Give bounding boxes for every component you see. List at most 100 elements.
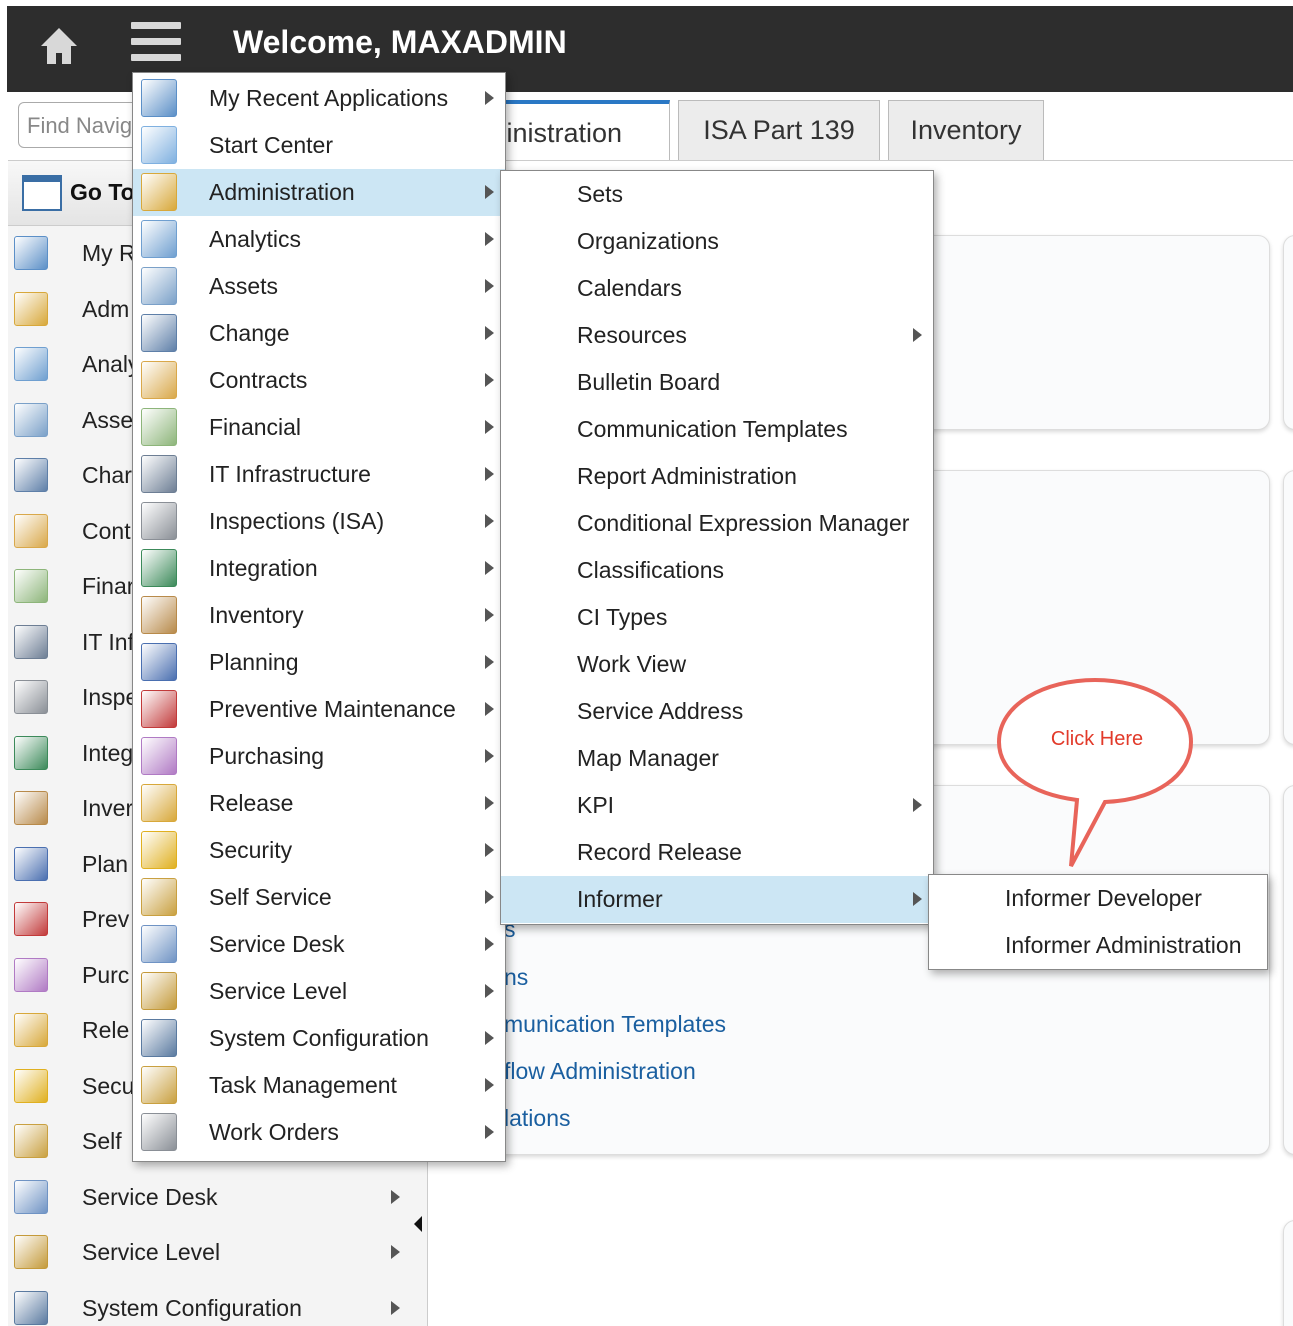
it-infrastructure-icon [141,455,177,493]
integration-icon [141,549,177,587]
admin-menu-item[interactable]: Work View [501,641,933,688]
left-nav-item-label: System Configuration [82,1294,302,1321]
left-nav-item[interactable]: Service Desk [8,1170,428,1226]
main-menu-item[interactable]: Financial [133,404,505,451]
integration-icon [14,735,48,770]
card-link[interactable]: flow Administration [504,1058,696,1085]
main-menu-item[interactable]: Assets [133,263,505,310]
left-nav-item[interactable]: System Configuration [8,1281,428,1326]
admin-menu-item[interactable]: Informer [501,876,933,923]
submenu-arrow-icon [913,328,922,342]
left-nav-item-label: Asse [82,406,134,433]
left-nav-item-label: Finar [82,573,135,599]
admin-menu-item[interactable]: Sets [501,171,933,218]
tab-bar: lministration ISA Part 139 Inventory [430,100,1293,162]
submenu-arrow-icon [485,420,494,434]
purchasing-icon [14,957,48,992]
card-link[interactable]: lations [504,1105,570,1132]
main-menu-item[interactable]: Start Center [133,122,505,169]
tab-inventory[interactable]: Inventory [888,100,1044,160]
main-menu-item[interactable]: Self Service [133,874,505,921]
tab-isa-part-139[interactable]: ISA Part 139 [678,100,880,160]
submenu-arrow-icon [485,608,494,622]
admin-menu-item[interactable]: Map Manager [501,735,933,782]
main-menu-item[interactable]: IT Infrastructure [133,451,505,498]
contracts-icon [141,361,177,399]
submenu-arrow-icon [485,185,494,199]
main-menu-item[interactable]: Integration [133,545,505,592]
admin-menu-item[interactable]: Communication Templates [501,406,933,453]
main-menu-item[interactable]: Task Management [133,1062,505,1109]
informer-submenu: Informer Developer Informer Administratio… [928,874,1268,970]
main-menu-item[interactable]: Inventory [133,592,505,639]
main-menu-item[interactable]: System Configuration [133,1015,505,1062]
left-nav-item[interactable]: Service Level [8,1225,428,1281]
admin-menu-item[interactable]: Classifications [501,547,933,594]
main-menu-item[interactable]: Inspections (ISA) [133,498,505,545]
main-menu-item[interactable]: Security [133,827,505,874]
service-level-icon [14,1235,48,1269]
submenu-arrow-icon [485,890,494,904]
admin-menu-item[interactable]: CI Types [501,594,933,641]
admin-menu-item[interactable]: Report Administration [501,453,933,500]
admin-menu-item[interactable]: Calendars [501,265,933,312]
admin-menu-item[interactable]: Record Release [501,829,933,876]
main-menu-item[interactable]: Preventive Maintenance [133,686,505,733]
main-menu-item-label: Preventive Maintenance [209,696,456,722]
main-menu-item[interactable]: Contracts [133,357,505,404]
left-nav-item-label: Plan [82,850,129,877]
hamburger-menu-icon[interactable] [131,22,183,72]
main-menu-item[interactable]: Service Desk [133,921,505,968]
submenu-arrow-icon [485,655,494,669]
self-service-icon [14,1124,48,1158]
main-menu-item[interactable]: Administration [133,169,505,216]
submenu-arrow-icon [485,279,494,293]
admin-menu-item-label: Report Administration [577,463,797,489]
admin-menu-item[interactable]: Organizations [501,218,933,265]
change-icon [14,458,48,492]
left-nav-item-label: IT Inf [82,628,134,655]
admin-menu-item[interactable]: KPI [501,782,933,829]
admin-menu-item-label: Calendars [577,275,682,301]
start-center-card [1283,785,1293,1155]
collapse-arrow-icon[interactable] [414,1216,422,1232]
click-here-callout [996,677,1194,867]
main-menu-item[interactable]: Planning [133,639,505,686]
admin-menu-item-label: Work View [577,651,687,677]
main-menu-item[interactable]: Service Level [133,968,505,1015]
left-nav-item-label: Self [82,1128,122,1154]
start-center-card [1283,1220,1293,1326]
card-link[interactable]: munication Templates [504,1011,726,1038]
main-menu-item[interactable]: My Recent Applications [133,75,505,122]
task-management-icon [141,1066,177,1104]
admin-menu-item-label: Organizations [577,228,719,254]
purchasing-icon [141,737,177,775]
main-menu-item[interactable]: Change [133,310,505,357]
main-menu-item-label: Start Center [209,132,333,158]
informer-menu-item[interactable]: Informer Developer [929,875,1267,922]
informer-menu-item[interactable]: Informer Administration [929,922,1267,969]
submenu-arrow-icon [913,798,922,812]
inventory-icon [141,596,177,634]
main-menu-item[interactable]: Analytics [133,216,505,263]
analytics-icon [141,220,177,258]
home-icon[interactable] [37,24,81,68]
main-menu-item-label: Self Service [209,884,332,910]
admin-menu-item[interactable]: Resources [501,312,933,359]
main-menu-item-label: Change [209,320,290,346]
admin-menu-item[interactable]: Bulletin Board [501,359,933,406]
admin-menu-item-label: Map Manager [577,745,719,771]
financial-icon [141,408,177,446]
main-menu-item[interactable]: Purchasing [133,733,505,780]
informer-menu-item-label: Informer Developer [1005,885,1202,911]
card-link[interactable]: ns [504,964,528,991]
main-menu: My Recent Applications Start Center Admini… [132,72,506,1162]
main-menu-item[interactable]: Release [133,780,505,827]
callout-text: Click Here [1050,728,1144,750]
admin-menu-item[interactable]: Conditional Expression Manager [501,500,933,547]
admin-menu-item-label: Record Release [577,839,742,865]
left-nav-item-label: Char [82,462,132,488]
admin-menu-item-label: Communication Templates [577,416,848,442]
admin-menu-item[interactable]: Service Address [501,688,933,735]
main-menu-item[interactable]: Work Orders [133,1109,505,1156]
